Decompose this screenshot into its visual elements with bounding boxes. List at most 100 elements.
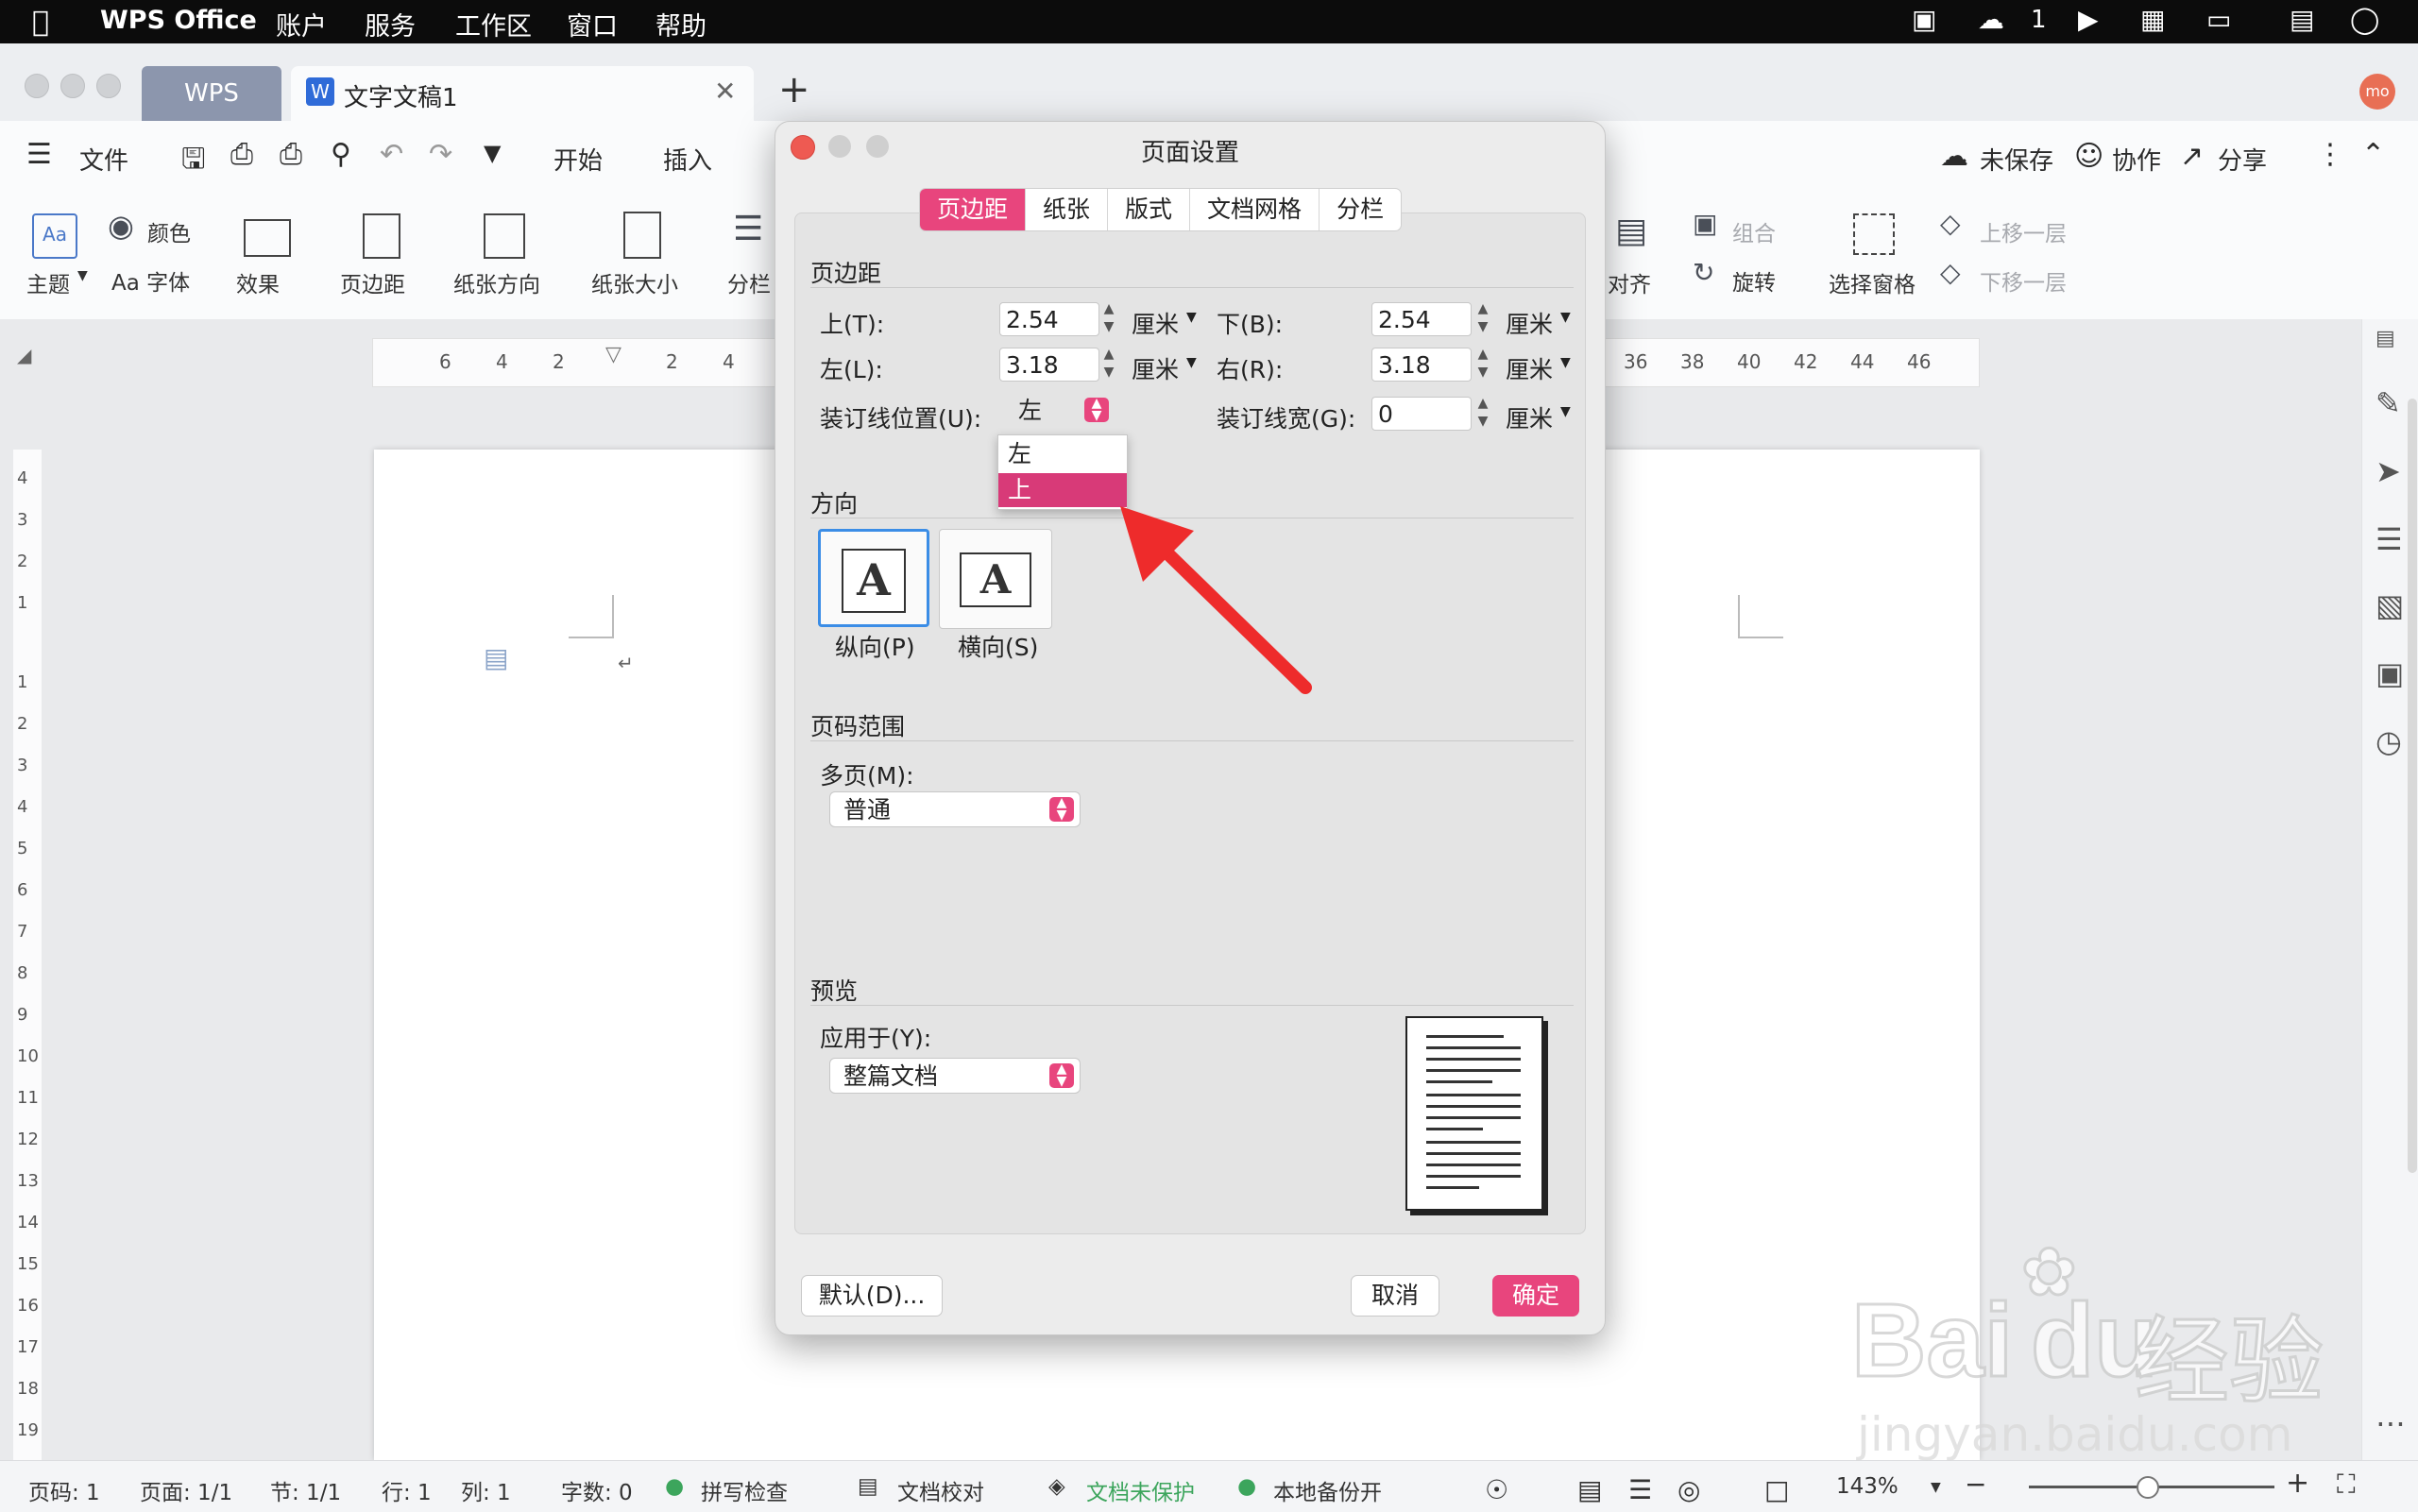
unit-dropdown-icon[interactable]: ▼	[1560, 355, 1571, 370]
print-icon[interactable]: ⎙	[280, 138, 302, 171]
save-icon[interactable]: 🖫	[181, 138, 206, 186]
zoom-out-icon[interactable]: −	[1965, 1469, 1986, 1500]
more-quick-icon[interactable]: ▼	[484, 140, 501, 166]
protect-status[interactable]: 文档未保护	[1086, 1474, 1195, 1506]
tab-layout[interactable]: 版式	[1108, 189, 1191, 230]
gutter-width-input[interactable]: 0	[1371, 397, 1472, 431]
hamburger-menu-icon[interactable]: ☰	[26, 138, 52, 171]
history-icon[interactable]: ◷	[2375, 723, 2402, 759]
gutter-position-select[interactable]: 左 ▲ ▼	[1005, 393, 1115, 429]
gutter-width-stepper[interactable]: ▲ ▼	[1473, 395, 1492, 433]
scrollbar[interactable]	[2408, 399, 2417, 1173]
tab-close-icon[interactable]: ✕	[714, 76, 736, 107]
menu-help[interactable]: 帮助	[656, 6, 707, 42]
tab-paper[interactable]: 纸张	[1026, 189, 1109, 230]
app-name[interactable]: WPS Office	[100, 6, 257, 35]
margins-button[interactable]: 页边距	[340, 266, 405, 298]
window-zoom-button[interactable]	[96, 74, 121, 98]
paper-size-button[interactable]: 纸张大小	[591, 266, 678, 298]
apple-icon[interactable]: 	[32, 6, 49, 39]
indent-marker-icon[interactable]: ▽	[605, 343, 622, 366]
color-button[interactable]: 颜色	[147, 215, 191, 247]
ok-button[interactable]: 确定	[1492, 1275, 1579, 1317]
theme-button[interactable]: 主题	[26, 266, 70, 298]
option-top[interactable]: 上	[998, 473, 1127, 507]
collapse-ribbon-icon[interactable]: ⌃	[2361, 138, 2385, 171]
unsaved-status[interactable]: 未保存	[1980, 142, 2053, 177]
eye-protect-icon[interactable]: ☉	[1485, 1474, 1508, 1505]
adjust-icon[interactable]: ☰	[2375, 521, 2403, 557]
split-view-icon[interactable]: ▤	[2375, 327, 2395, 350]
multi-page-select[interactable]: 普通 ▲ ▼	[829, 791, 1081, 827]
fit-page-icon[interactable]: □	[1764, 1474, 1789, 1505]
file-menu[interactable]: 文件	[79, 142, 128, 177]
effect-button[interactable]: 效果	[236, 266, 280, 298]
collab-icon[interactable]: ☺	[2074, 140, 2103, 173]
columns-button[interactable]: 分栏	[727, 266, 771, 298]
bottom-margin-stepper[interactable]: ▲ ▼	[1473, 300, 1492, 338]
spell-check-icon[interactable]: ●	[665, 1474, 684, 1499]
gutter-width-unit[interactable]: 厘米	[1506, 400, 1553, 434]
outline-view-icon[interactable]: ☰	[1628, 1474, 1652, 1505]
rotate-icon[interactable]: ↻	[1693, 257, 1714, 288]
more-options-icon[interactable]: ⋮	[2316, 138, 2344, 171]
zoom-slider-thumb[interactable]	[2137, 1476, 2159, 1499]
menu-workspace[interactable]: 工作区	[455, 6, 532, 42]
theme-icon[interactable]: Aa	[32, 213, 77, 259]
control-center-icon[interactable]: ▤	[2290, 4, 2314, 35]
menu-service[interactable]: 服务	[365, 6, 416, 42]
right-margin-input[interactable]: 3.18	[1371, 348, 1472, 382]
share-icon[interactable]: ↗	[2180, 140, 2204, 173]
align-icon[interactable]: ▤	[1615, 212, 1647, 250]
collab-button[interactable]: 协作	[2112, 142, 2161, 177]
cancel-button[interactable]: 取消	[1351, 1275, 1439, 1317]
select-arrows-icon[interactable]: ▲ ▼	[1049, 796, 1074, 822]
protect-icon[interactable]: ◈	[1048, 1474, 1065, 1499]
tab-doc-grid[interactable]: 文档网格	[1190, 189, 1320, 230]
tab-columns[interactable]: 分栏	[1320, 189, 1401, 230]
send-backward-button[interactable]: 下移一层	[1980, 264, 2067, 297]
option-left[interactable]: 左	[998, 437, 1127, 471]
tab-start[interactable]: 开始	[553, 142, 603, 177]
window-close-button[interactable]	[25, 74, 49, 98]
doc-format-icon[interactable]: ▤	[484, 642, 508, 673]
fullscreen-icon[interactable]: ⛶	[2337, 1469, 2356, 1501]
status-section[interactable]: 节: 1/1	[270, 1474, 341, 1506]
menu-window[interactable]: 窗口	[567, 6, 618, 42]
unit-dropdown-icon[interactable]: ▼	[1186, 310, 1197, 325]
columns-icon[interactable]: ☰	[733, 210, 763, 248]
cursor-icon[interactable]: ➤	[2375, 453, 2401, 489]
select-arrows-icon[interactable]: ▲ ▼	[1049, 1062, 1074, 1088]
send-backward-icon[interactable]: ◇	[1940, 257, 1961, 288]
select-pane-button[interactable]: 选择窗格	[1829, 266, 1916, 298]
orientation-icon[interactable]	[484, 213, 525, 259]
unit-dropdown-icon[interactable]: ▼	[1186, 355, 1197, 370]
orientation-button[interactable]: 纸张方向	[453, 266, 540, 298]
print-preview-icon[interactable]: ⚲	[331, 138, 351, 171]
effect-icon[interactable]	[244, 219, 291, 257]
right-margin-stepper[interactable]: ▲ ▼	[1473, 346, 1492, 383]
zoom-level[interactable]: 143%	[1836, 1474, 1899, 1499]
redo-icon[interactable]: ↷	[429, 138, 452, 171]
export-pdf-icon[interactable]: ⎙	[230, 138, 253, 171]
page-view-icon[interactable]: ▤	[1577, 1474, 1602, 1505]
top-margin-unit[interactable]: 厘米	[1132, 306, 1179, 340]
theme-dropdown-icon[interactable]: ▼	[77, 268, 88, 283]
left-margin-input[interactable]: 3.18	[999, 348, 1099, 382]
play-icon[interactable]: ▶	[2078, 4, 2099, 35]
battery-icon[interactable]: ▭	[2206, 4, 2231, 35]
proofread-icon[interactable]: ▤	[858, 1474, 878, 1499]
web-view-icon[interactable]: ◎	[1677, 1474, 1700, 1505]
share-button[interactable]: 分享	[2218, 142, 2267, 177]
undo-icon[interactable]: ↶	[380, 138, 403, 171]
new-tab-icon[interactable]: +	[778, 68, 810, 111]
wechat-icon[interactable]: ☁	[1978, 4, 2004, 35]
avatar[interactable]: mo	[2359, 74, 2395, 110]
zoom-dropdown-icon[interactable]: ▼	[1931, 1480, 1941, 1495]
paper-size-icon[interactable]	[623, 212, 661, 259]
default-button[interactable]: 默认(D)...	[801, 1275, 943, 1317]
portrait-option[interactable]: A	[818, 529, 929, 627]
backup-icon[interactable]: ●	[1237, 1474, 1256, 1499]
bottom-margin-input[interactable]: 2.54	[1371, 302, 1472, 336]
contact-icon[interactable]: ▧	[2375, 587, 2404, 623]
